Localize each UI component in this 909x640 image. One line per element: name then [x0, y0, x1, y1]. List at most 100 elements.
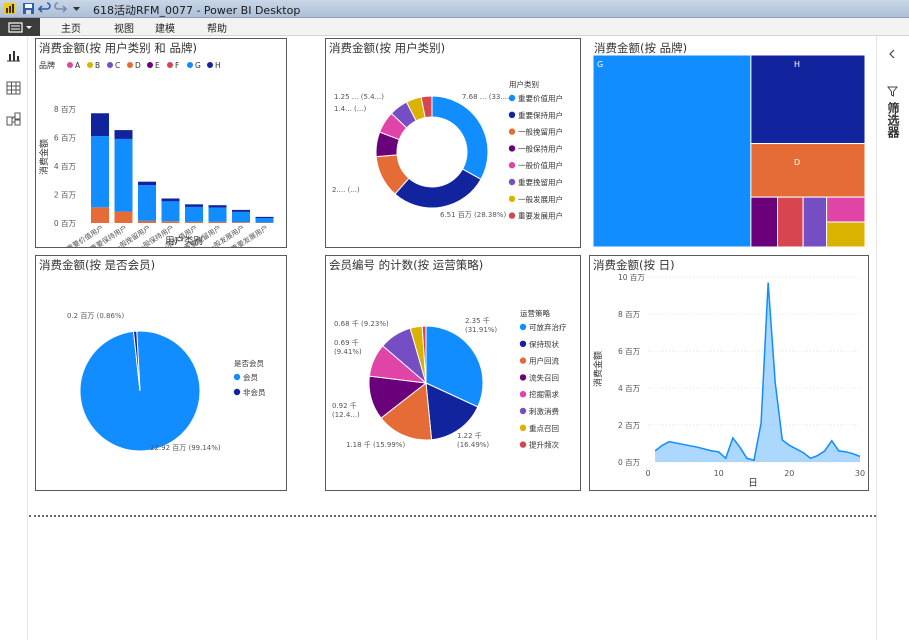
y-tick: 4 百万 — [54, 162, 77, 171]
tab-home[interactable]: 主页 — [61, 20, 81, 35]
legend-label[interactable]: C — [115, 61, 120, 70]
pie-slice[interactable] — [394, 168, 482, 209]
undo-icon[interactable] — [38, 2, 51, 15]
legend-label[interactable]: 一般挽留用户 — [518, 127, 563, 137]
bar-segment[interactable] — [91, 136, 109, 208]
stacked-bar-visual[interactable]: 消费金额(按 用户类别 和 品牌) 品牌 ABCDEFGH 8 百万 6 百万 … — [35, 38, 287, 248]
treemap-tile[interactable] — [750, 143, 866, 198]
legend-label[interactable]: 重要挽留用户 — [518, 177, 563, 187]
bar-segment[interactable] — [185, 221, 203, 223]
legend-label[interactable]: 流失召回 — [529, 372, 559, 382]
pie-slice[interactable] — [431, 95, 489, 180]
legend-label[interactable]: 重点召回 — [529, 424, 559, 433]
legend-label[interactable]: 一般保持用户 — [518, 143, 563, 153]
bar-segment[interactable] — [114, 211, 133, 223]
treemap-tile[interactable] — [826, 196, 866, 223]
legend-label[interactable]: B — [95, 61, 100, 70]
legend-label[interactable]: 挖掘需求 — [529, 389, 559, 399]
bar-segment[interactable] — [138, 181, 156, 186]
treemap-visual[interactable]: 消费金额(按 品牌) G H D — [590, 38, 870, 248]
ribbon: 主页 视图 建模 帮助 — [0, 18, 909, 36]
tab-modeling[interactable]: 建模 — [155, 20, 175, 35]
y-tick: 8 百万 — [54, 105, 77, 114]
area-line[interactable] — [654, 282, 861, 462]
legend-dot — [508, 94, 516, 102]
treemap-tile[interactable] — [592, 54, 752, 248]
data-label: 2.... (...) — [332, 186, 360, 194]
legend-label[interactable]: 重要价值用户 — [518, 93, 563, 103]
bar-segment[interactable] — [114, 130, 133, 139]
treemap-tile[interactable] — [826, 221, 866, 248]
bar-segment[interactable] — [208, 221, 227, 223]
filter-icon — [887, 86, 898, 97]
legend-label[interactable]: 提升频次 — [529, 440, 559, 450]
legend-dot — [233, 373, 241, 381]
filter-pane: 筛选器 — [876, 36, 909, 640]
filter-pane-label[interactable]: 筛选器 — [886, 102, 900, 138]
legend-title: 运营策略 — [520, 308, 550, 318]
treemap-tile[interactable] — [750, 54, 866, 145]
window-title: 618活动RFM_0077 - Power BI Desktop — [93, 4, 301, 17]
bar-segment[interactable] — [161, 201, 180, 222]
file-menu-button[interactable] — [0, 18, 40, 36]
legend-label[interactable]: D — [135, 61, 141, 70]
bar-segment[interactable] — [114, 138, 133, 212]
model-view-icon[interactable] — [6, 112, 21, 126]
bar-segment[interactable] — [232, 211, 250, 223]
bar-segment[interactable] — [138, 185, 156, 221]
strategy-pie-chart: 2.35 千 (31.91%) 1.22 千 (16.49%) 1.18 千 (… — [332, 308, 567, 450]
tab-help[interactable]: 帮助 — [207, 20, 227, 35]
treemap-tile[interactable] — [777, 196, 804, 248]
legend-label[interactable]: 一般发展用户 — [518, 194, 563, 204]
bar-segment[interactable] — [232, 209, 250, 212]
treemap-tile[interactable] — [750, 196, 779, 248]
legend-label[interactable]: 保持现状 — [529, 339, 559, 349]
legend-label[interactable]: 可放弃治疗 — [529, 322, 567, 332]
title-bar: 618活动RFM_0077 - Power BI Desktop — [0, 0, 909, 18]
bar-segment[interactable] — [255, 216, 274, 219]
customize-quick-access-icon[interactable] — [70, 2, 83, 15]
strategy-pie-visual[interactable]: 会员编号 的计数(按 运营策略) 2.35 千 (31.91%) 1.22 千 … — [325, 255, 581, 491]
bar-segment[interactable] — [208, 207, 227, 222]
bar-segment[interactable] — [138, 220, 156, 223]
bar-segment[interactable] — [208, 205, 227, 208]
x-tick: 20 — [784, 469, 794, 478]
redo-icon[interactable] — [54, 2, 67, 15]
x-axis: 0 10 20 30 — [645, 469, 865, 478]
legend-title: 用户类别 — [509, 79, 539, 89]
bar-segment[interactable] — [91, 207, 109, 223]
legend-label[interactable]: 会员 — [243, 372, 258, 382]
area-visual[interactable]: 消费金额(按 日) 10 百万 8 百万 6 百万 4 百万 2 百万 0 百万… — [589, 255, 869, 491]
legend-dot — [127, 62, 133, 68]
bar-segment[interactable] — [91, 113, 109, 137]
legend-dot — [87, 62, 93, 68]
legend-label[interactable]: 重要保持用户 — [518, 110, 563, 120]
legend-dot — [519, 424, 527, 431]
save-icon[interactable] — [22, 2, 35, 15]
data-label: 0.69 千 — [334, 338, 359, 347]
bar-segment[interactable] — [232, 222, 250, 223]
legend-label[interactable]: 一般价值用户 — [518, 160, 563, 170]
legend-label[interactable]: 用户回流 — [529, 356, 559, 366]
bar-segment[interactable] — [161, 198, 180, 202]
data-view-icon[interactable] — [6, 81, 21, 95]
report-view-icon[interactable] — [6, 48, 21, 62]
bar-segment[interactable] — [185, 206, 203, 222]
member-pie-visual[interactable]: 消费金额(按 是否会员) 0.2 百万 (0.86%) 22.92 百万 (99… — [35, 255, 287, 491]
treemap-tile[interactable] — [802, 196, 828, 248]
legend-label[interactable]: H — [215, 61, 221, 70]
legend-dot — [107, 62, 113, 68]
expand-pane-icon[interactable] — [887, 48, 897, 60]
legend-label[interactable]: G — [195, 61, 201, 70]
legend-label[interactable]: E — [155, 61, 160, 70]
legend-label[interactable]: A — [75, 61, 81, 70]
bar-segment[interactable] — [161, 221, 180, 223]
legend-label[interactable]: 重要发展用户 — [518, 211, 563, 221]
donut-visual[interactable]: 消费金额(按 用户类别) 7.68 ... (33.... 6.51 百万 (2… — [325, 38, 581, 248]
legend-label[interactable]: 刺激消费 — [529, 406, 559, 416]
legend-label[interactable]: F — [175, 61, 179, 70]
tab-view[interactable]: 视图 — [114, 20, 134, 35]
bar-segment[interactable] — [255, 218, 274, 223]
legend-label[interactable]: 非会员 — [243, 387, 266, 397]
bar-segment[interactable] — [185, 204, 203, 207]
